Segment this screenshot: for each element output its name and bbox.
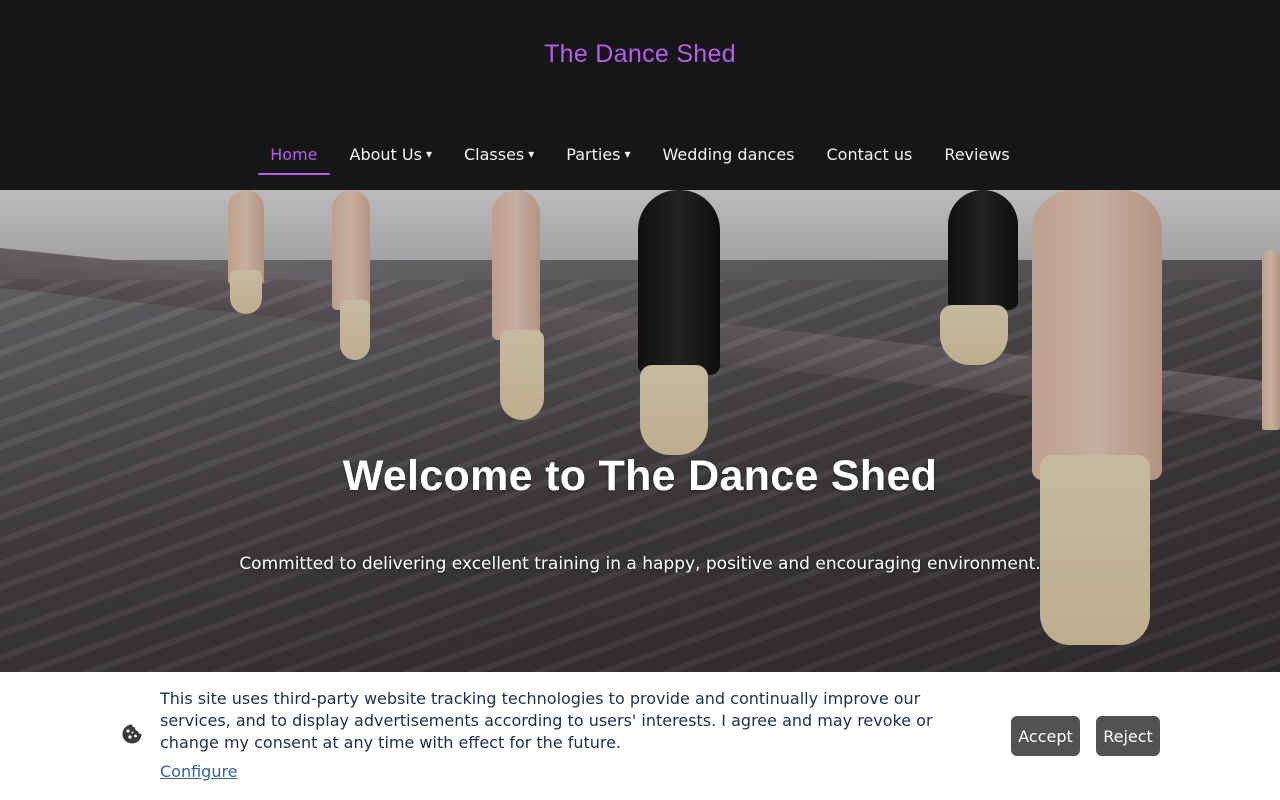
nav-item-reviews[interactable]: Reviews — [932, 134, 1021, 174]
nav-item-contact-us[interactable]: Contact us — [815, 134, 925, 174]
site-logo[interactable]: The Dance Shed — [0, 40, 1280, 69]
cookie-consent-text: This site uses third-party website track… — [160, 689, 933, 752]
nav-item-label: About Us — [349, 144, 422, 164]
nav-item-label: Wedding dances — [662, 144, 795, 164]
nav-item-label: Reviews — [944, 144, 1010, 164]
site-header: The Dance Shed Home About Us ▾ Classes ▾… — [0, 0, 1280, 190]
chevron-down-icon: ▾ — [425, 147, 432, 161]
chevron-down-icon: ▾ — [624, 147, 631, 161]
nav-item-label: Classes — [463, 144, 525, 164]
accept-button[interactable]: Accept — [1011, 716, 1080, 756]
nav-item-about-us[interactable]: About Us ▾ — [338, 134, 444, 174]
nav-item-parties[interactable]: Parties ▾ — [554, 134, 642, 174]
chevron-down-icon: ▾ — [528, 147, 535, 161]
nav-item-wedding-dances[interactable]: Wedding dances — [651, 134, 807, 174]
nav-item-label: Parties — [566, 144, 621, 164]
hero-title: Welcome to The Dance Shed — [342, 452, 938, 500]
nav-item-home[interactable]: Home — [258, 134, 330, 175]
hero-banner: Welcome to The Dance Shed Committed to d… — [0, 190, 1280, 672]
hero-subtitle: Committed to delivering excellent traini… — [239, 554, 1041, 574]
nav-item-label: Contact us — [826, 144, 913, 164]
main-nav: Home About Us ▾ Classes ▾ Parties ▾ Wedd… — [0, 134, 1280, 175]
nav-item-label: Home — [270, 144, 318, 164]
nav-item-classes[interactable]: Classes ▾ — [452, 134, 546, 174]
reject-button[interactable]: Reject — [1096, 716, 1160, 756]
hero-overlay — [0, 190, 1280, 672]
configure-link[interactable]: Configure — [160, 762, 238, 781]
cookie-banner: This site uses third-party website track… — [0, 672, 1280, 800]
cookie-icon — [122, 724, 142, 744]
